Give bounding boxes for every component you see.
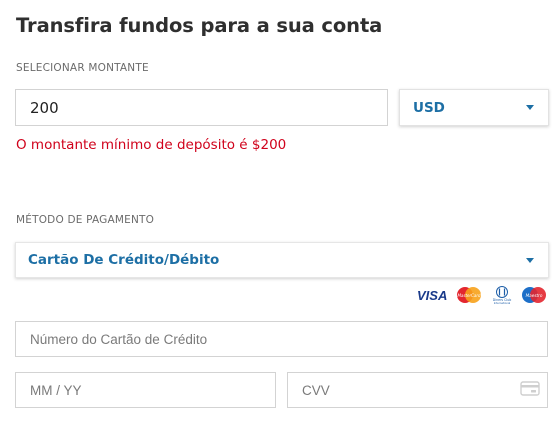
maestro-logo: Maestro bbox=[522, 287, 546, 303]
diners-club-logo: Diners Club International bbox=[493, 286, 511, 304]
amount-input[interactable] bbox=[15, 89, 388, 126]
svg-text:VISA: VISA bbox=[417, 288, 447, 303]
credit-card-icon bbox=[520, 381, 540, 396]
visa-logo: VISA bbox=[417, 288, 447, 303]
chevron-down-icon bbox=[526, 105, 534, 110]
svg-text:MasterCard: MasterCard bbox=[457, 293, 481, 298]
amount-section-label: SELECIONAR MONTANTE bbox=[16, 62, 149, 74]
mastercard-logo: MasterCard bbox=[457, 287, 481, 303]
payment-method-select[interactable]: Cartão De Crédito/Débito bbox=[15, 242, 549, 278]
expiry-date-input[interactable] bbox=[15, 372, 276, 408]
amount-error-message: O montante mínimo de depósito é $200 bbox=[16, 137, 287, 153]
svg-text:International: International bbox=[494, 301, 511, 304]
payment-method-section-label: MÉTODO DE PAGAMENTO bbox=[16, 214, 155, 226]
payment-method-value: Cartão De Crédito/Débito bbox=[28, 252, 220, 268]
card-number-input[interactable] bbox=[15, 321, 548, 357]
chevron-down-icon bbox=[526, 257, 534, 263]
svg-text:Maestro: Maestro bbox=[526, 293, 543, 298]
currency-select[interactable]: USD bbox=[399, 89, 549, 126]
currency-value: USD bbox=[413, 99, 445, 116]
page-title: Transfira fundos para a sua conta bbox=[16, 14, 383, 37]
card-logos: VISA MasterCard Diners Club Internationa… bbox=[416, 286, 548, 304]
cvv-input[interactable] bbox=[287, 372, 548, 408]
